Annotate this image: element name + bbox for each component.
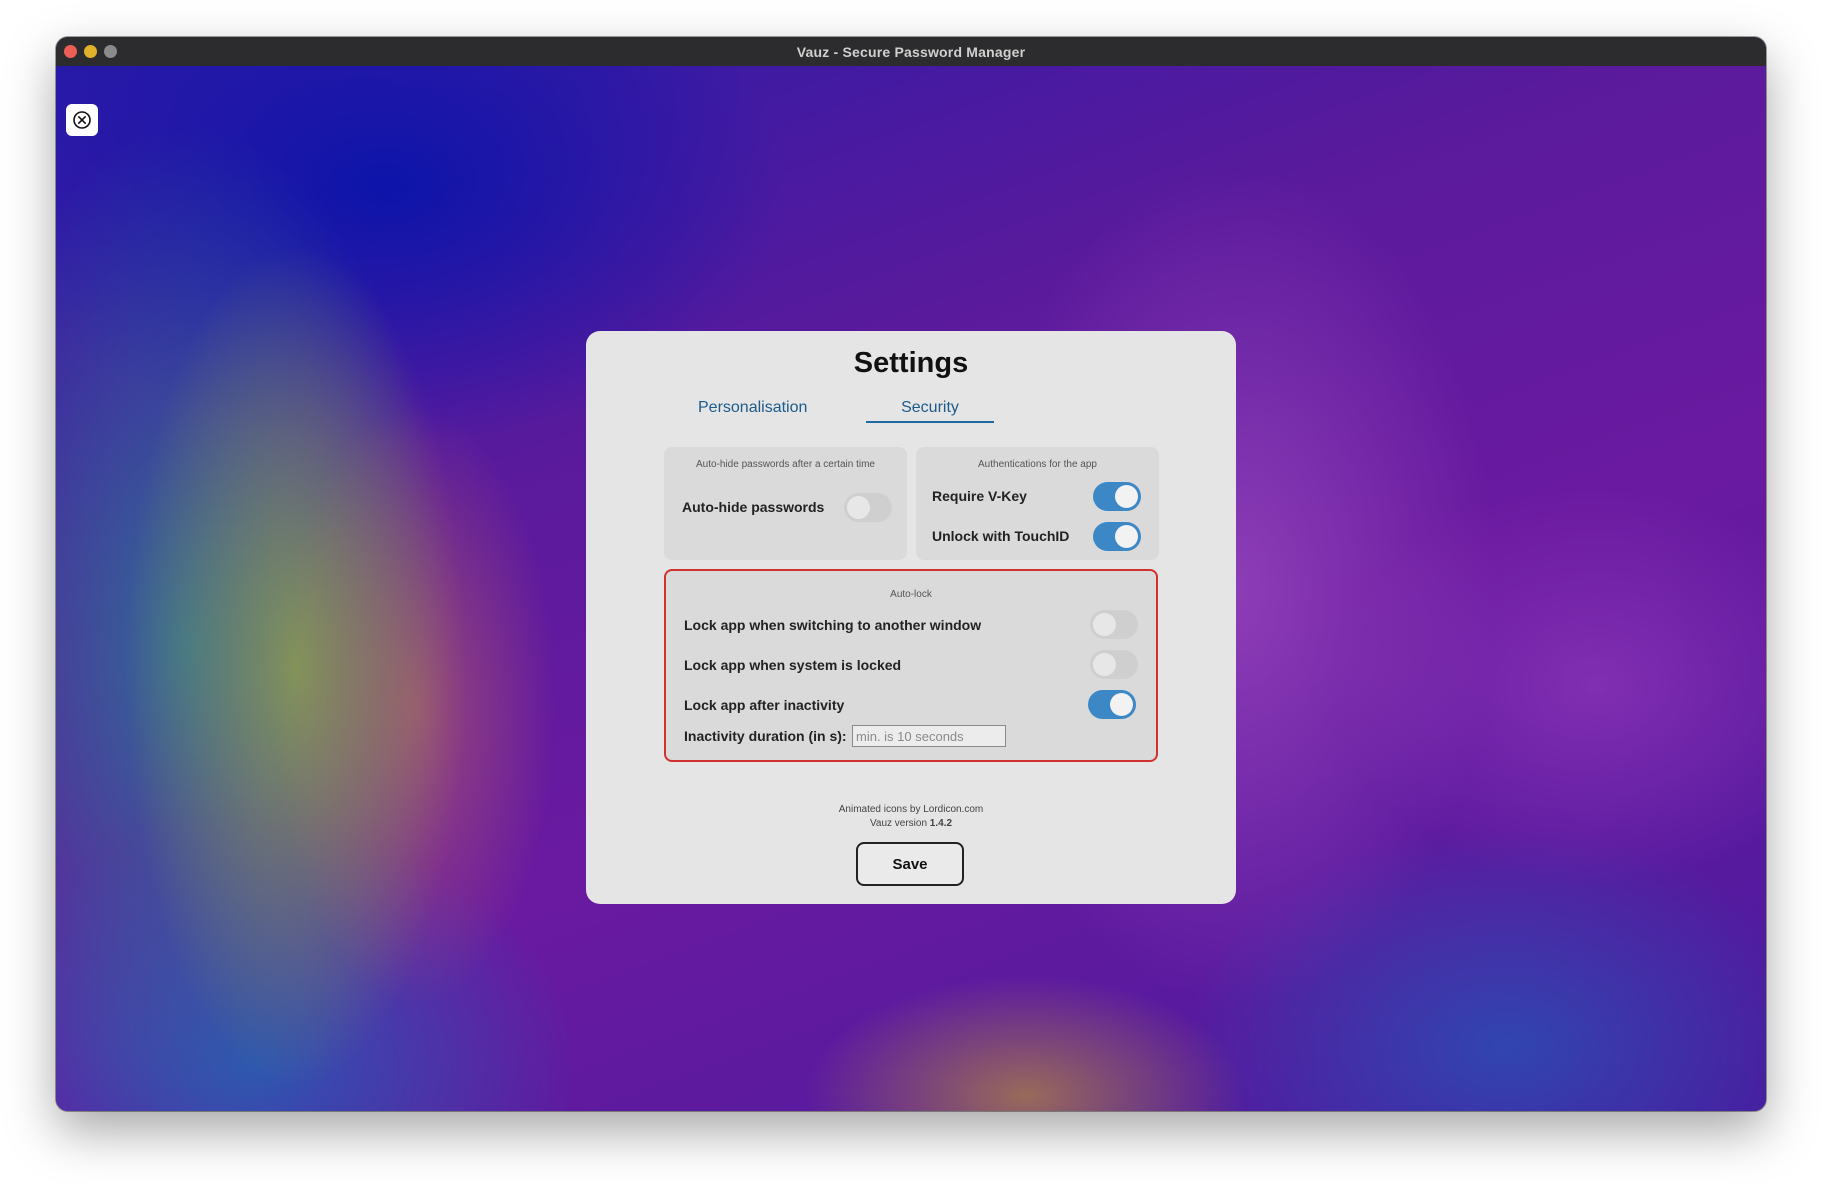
autohide-toggle[interactable] bbox=[844, 493, 892, 522]
lock-after-inactivity-toggle[interactable] bbox=[1088, 690, 1136, 719]
window-close-button[interactable] bbox=[64, 45, 77, 58]
version-line: Vauz version 1.4.2 bbox=[586, 818, 1236, 829]
app-window: Vauz - Secure Password Manager Settings … bbox=[56, 37, 1766, 1111]
window-title: Vauz - Secure Password Manager bbox=[796, 43, 1026, 60]
toggle-knob bbox=[1093, 653, 1116, 676]
touchid-label: Unlock with TouchID bbox=[932, 528, 1070, 544]
icons-credit: Animated icons by Lordicon.com bbox=[838, 804, 984, 815]
toggle-knob bbox=[1115, 485, 1138, 508]
lock-after-inactivity-label: Lock app after inactivity bbox=[684, 697, 845, 713]
toggle-knob bbox=[1093, 613, 1116, 636]
require-vkey-toggle[interactable] bbox=[1093, 482, 1141, 511]
lock-on-system-lock-toggle[interactable] bbox=[1090, 650, 1138, 679]
autolock-card: Auto-lock Lock app when switching to ano… bbox=[664, 569, 1158, 762]
close-circle-icon bbox=[73, 111, 91, 129]
title-bar: Vauz - Secure Password Manager bbox=[56, 37, 1766, 66]
autohide-label: Auto-hide passwords bbox=[682, 499, 825, 515]
settings-modal: Settings Personalisation Security Auto-h… bbox=[586, 331, 1236, 904]
inactivity-duration-label: Inactivity duration (in s): bbox=[684, 728, 847, 744]
lock-on-switch-label: Lock app when switching to another windo… bbox=[684, 617, 982, 633]
tab-personalisation[interactable]: Personalisation bbox=[698, 399, 807, 417]
background-gradient: Settings Personalisation Security Auto-h… bbox=[56, 66, 1766, 1111]
window-maximize-button[interactable] bbox=[104, 45, 117, 58]
version-prefix: Vauz version bbox=[869, 818, 930, 829]
auth-card: Authentications for the app Require V-Ke… bbox=[916, 447, 1159, 560]
autohide-caption: Auto-hide passwords after a certain time bbox=[696, 459, 875, 470]
version-number: 1.4.2 bbox=[929, 818, 953, 829]
require-vkey-label: Require V-Key bbox=[932, 488, 1027, 504]
tab-security[interactable]: Security bbox=[866, 399, 994, 423]
close-settings-button[interactable] bbox=[66, 104, 98, 136]
auth-caption: Authentications for the app bbox=[978, 459, 1097, 470]
inactivity-duration-input[interactable] bbox=[852, 725, 1006, 747]
autohide-card: Auto-hide passwords after a certain time… bbox=[664, 447, 907, 560]
lock-on-switch-toggle[interactable] bbox=[1090, 610, 1138, 639]
toggle-knob bbox=[847, 496, 870, 519]
touchid-toggle[interactable] bbox=[1093, 522, 1141, 551]
settings-title: Settings bbox=[853, 347, 969, 379]
toggle-knob bbox=[1110, 693, 1133, 716]
autolock-caption: Auto-lock bbox=[890, 589, 932, 600]
toggle-knob bbox=[1115, 525, 1138, 548]
save-button[interactable]: Save bbox=[856, 842, 964, 886]
window-minimize-button[interactable] bbox=[84, 45, 97, 58]
lock-on-system-lock-label: Lock app when system is locked bbox=[684, 657, 902, 673]
